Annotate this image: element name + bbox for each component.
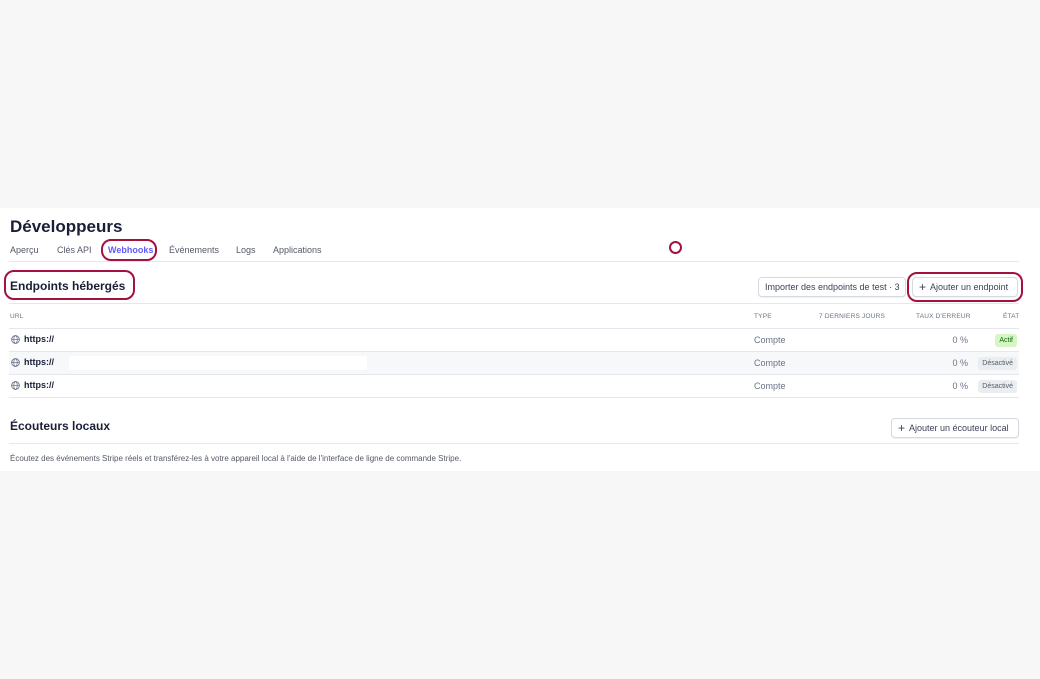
- status-badge: Désactivé: [978, 380, 1017, 393]
- local-listeners-title: Écouteurs locaux: [10, 419, 111, 433]
- column-header-last-7-days: 7 DERNIERS JOURS: [819, 313, 886, 320]
- plus-icon: +: [898, 421, 906, 435]
- import-button-label: Importer des endpoints de test · 3: [765, 282, 900, 292]
- tab-logs[interactable]: Logs: [236, 245, 256, 255]
- endpoint-url[interactable]: https://: [24, 380, 54, 390]
- endpoint-error-rate: 0 %: [952, 335, 968, 345]
- page-title: Développeurs: [10, 217, 123, 236]
- tab-api-keys[interactable]: Clés API: [57, 245, 92, 255]
- endpoint-error-rate: 0 %: [952, 358, 968, 368]
- table-row[interactable]: https:// Compte 0 % Actif: [9, 329, 1019, 351]
- add-endpoint-highlight: [907, 272, 1023, 302]
- column-header-error-rate: TAUX D'ERREUR: [916, 313, 971, 320]
- listeners-divider: [9, 443, 1019, 444]
- add-local-listener-button[interactable]: + Ajouter un écouteur local: [891, 418, 1019, 438]
- column-header-type: TYPE: [754, 313, 772, 320]
- add-listener-label: Ajouter un écouteur local: [909, 423, 1009, 433]
- table-row[interactable]: https:// Compte 0 % Désactivé: [9, 352, 1019, 374]
- column-header-url: URL: [10, 313, 24, 320]
- endpoint-error-rate: 0 %: [952, 381, 968, 391]
- column-header-state: ÉTAT: [1003, 313, 1020, 320]
- cursor-indicator: [669, 241, 682, 254]
- table-top-divider: [9, 303, 1019, 304]
- globe-icon: [11, 358, 20, 367]
- tab-applications[interactable]: Applications: [273, 245, 322, 255]
- developers-panel: Développeurs Aperçu Clés API Webhooks Év…: [0, 208, 1040, 471]
- status-badge: Actif: [995, 334, 1017, 347]
- row-divider: [9, 397, 1019, 398]
- hosted-title-highlight: [4, 270, 135, 300]
- endpoint-type: Compte: [754, 381, 786, 391]
- table-row[interactable]: https:// Compte 0 % Désactivé: [9, 375, 1019, 397]
- endpoint-url[interactable]: https://: [24, 334, 54, 344]
- redacted-url-block: [69, 356, 367, 370]
- import-test-endpoints-button[interactable]: Importer des endpoints de test · 3: [758, 277, 906, 297]
- endpoint-type: Compte: [754, 335, 786, 345]
- globe-icon: [11, 335, 20, 344]
- tabs-divider: [9, 261, 1019, 262]
- endpoint-url[interactable]: https://: [24, 357, 54, 367]
- webhooks-tab-highlight: [101, 239, 157, 261]
- globe-icon: [11, 381, 20, 390]
- endpoint-type: Compte: [754, 358, 786, 368]
- tab-events[interactable]: Événements: [169, 245, 219, 255]
- listeners-description: Écoutez des événements Stripe réels et t…: [10, 454, 462, 463]
- tab-apercu[interactable]: Aperçu: [10, 245, 39, 255]
- status-badge: Désactivé: [978, 357, 1017, 370]
